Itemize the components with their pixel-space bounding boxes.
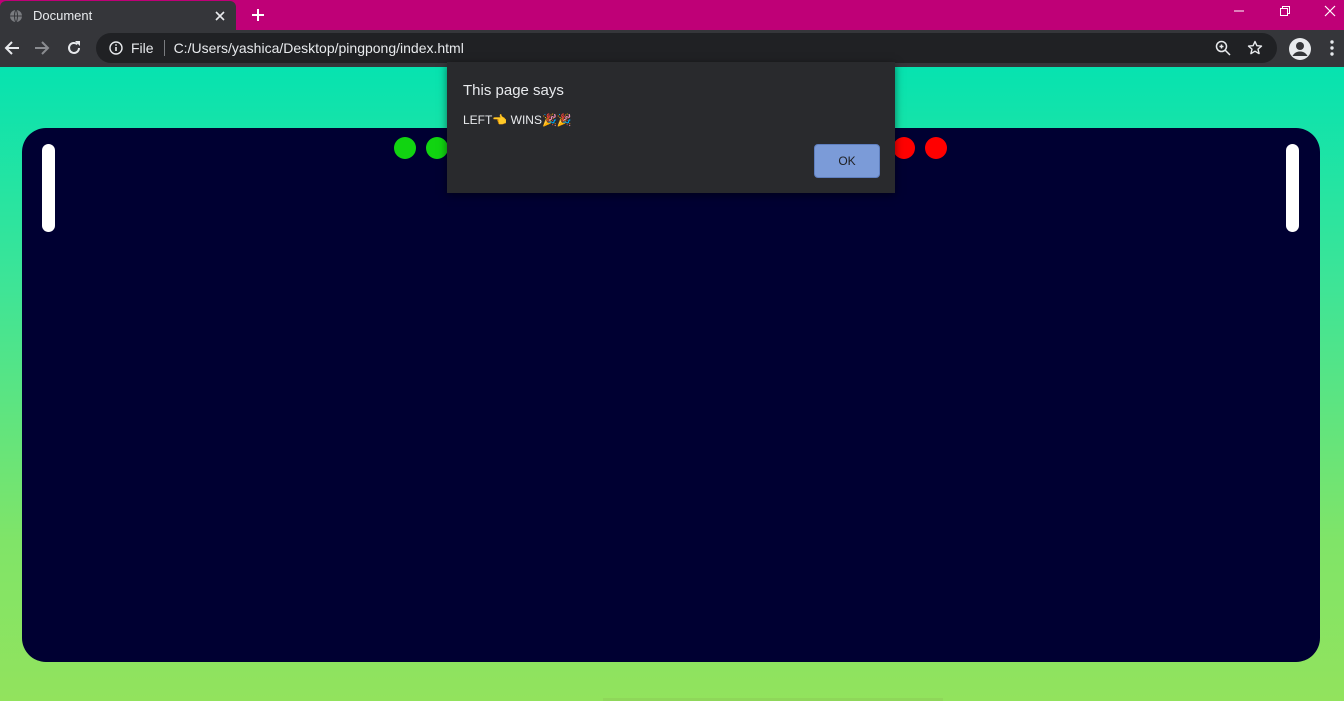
star-icon[interactable] <box>1245 38 1265 58</box>
more-vert-icon[interactable] <box>1324 38 1340 58</box>
plus-icon <box>252 9 264 21</box>
right-score-dot <box>893 137 915 159</box>
zoom-icon[interactable] <box>1213 38 1233 58</box>
alert-dialog: This page says LEFT👈 WINS🎉🎉 OK <box>447 62 895 193</box>
right-score-dot <box>925 137 947 159</box>
back-arrow-icon <box>4 41 19 55</box>
ok-button[interactable]: OK <box>814 144 880 178</box>
restore-icon <box>1280 6 1290 16</box>
dialog-title: This page says <box>463 82 564 99</box>
minimize-icon <box>1234 10 1244 12</box>
restore-button[interactable] <box>1262 0 1308 22</box>
info-icon[interactable] <box>108 40 124 56</box>
divider <box>163 40 165 56</box>
forward-button[interactable] <box>30 36 54 60</box>
left-score-dot <box>394 137 416 159</box>
address-bar[interactable]: File C:/Users/yashica/Desktop/pingpong/i… <box>96 33 1277 63</box>
dialog-message: LEFT👈 WINS🎉🎉 <box>463 113 572 127</box>
reload-button[interactable] <box>62 36 86 60</box>
close-icon[interactable] <box>210 6 230 26</box>
account-icon[interactable] <box>1288 37 1312 61</box>
game-board <box>22 128 1320 662</box>
new-tab-button[interactable] <box>247 4 269 26</box>
tab-document[interactable]: Document <box>0 1 236 30</box>
right-paddle <box>1286 144 1299 232</box>
window-close-button[interactable] <box>1307 0 1344 22</box>
left-paddle <box>42 144 55 232</box>
reload-icon <box>68 41 80 54</box>
back-button[interactable] <box>0 36 24 60</box>
tab-title: Document <box>33 8 93 23</box>
minimize-button[interactable] <box>1216 0 1262 22</box>
url-text[interactable]: C:/Users/yashica/Desktop/pingpong/index.… <box>174 40 1213 56</box>
globe-icon <box>9 9 23 23</box>
close-icon <box>1324 5 1336 17</box>
tab-strip: Document <box>0 0 1344 30</box>
forward-arrow-icon <box>35 41 50 55</box>
scheme-label: File <box>131 40 154 56</box>
left-score-dot <box>426 137 448 159</box>
